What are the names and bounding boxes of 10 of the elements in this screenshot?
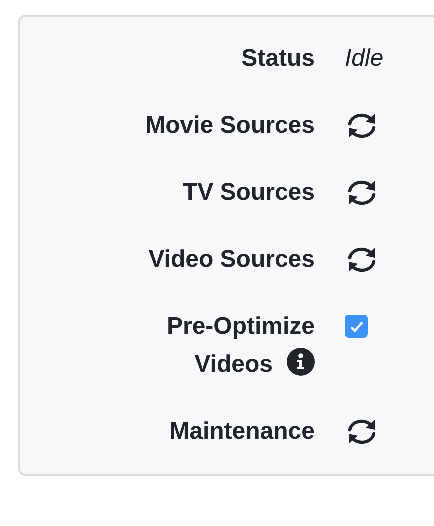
field-label: Movie Sources — [146, 111, 315, 141]
field-label: Status — [242, 44, 315, 74]
field-label: Video Sources — [148, 245, 315, 275]
checkbox[interactable] — [345, 315, 368, 338]
info-icon[interactable] — [287, 348, 315, 376]
field-label: Maintenance — [170, 417, 315, 447]
status-value: Idle — [345, 44, 384, 74]
field-label: TV Sources — [182, 178, 315, 208]
checkmark-icon — [350, 320, 364, 332]
field-label: Pre-Optimize Videos — [166, 312, 315, 380]
